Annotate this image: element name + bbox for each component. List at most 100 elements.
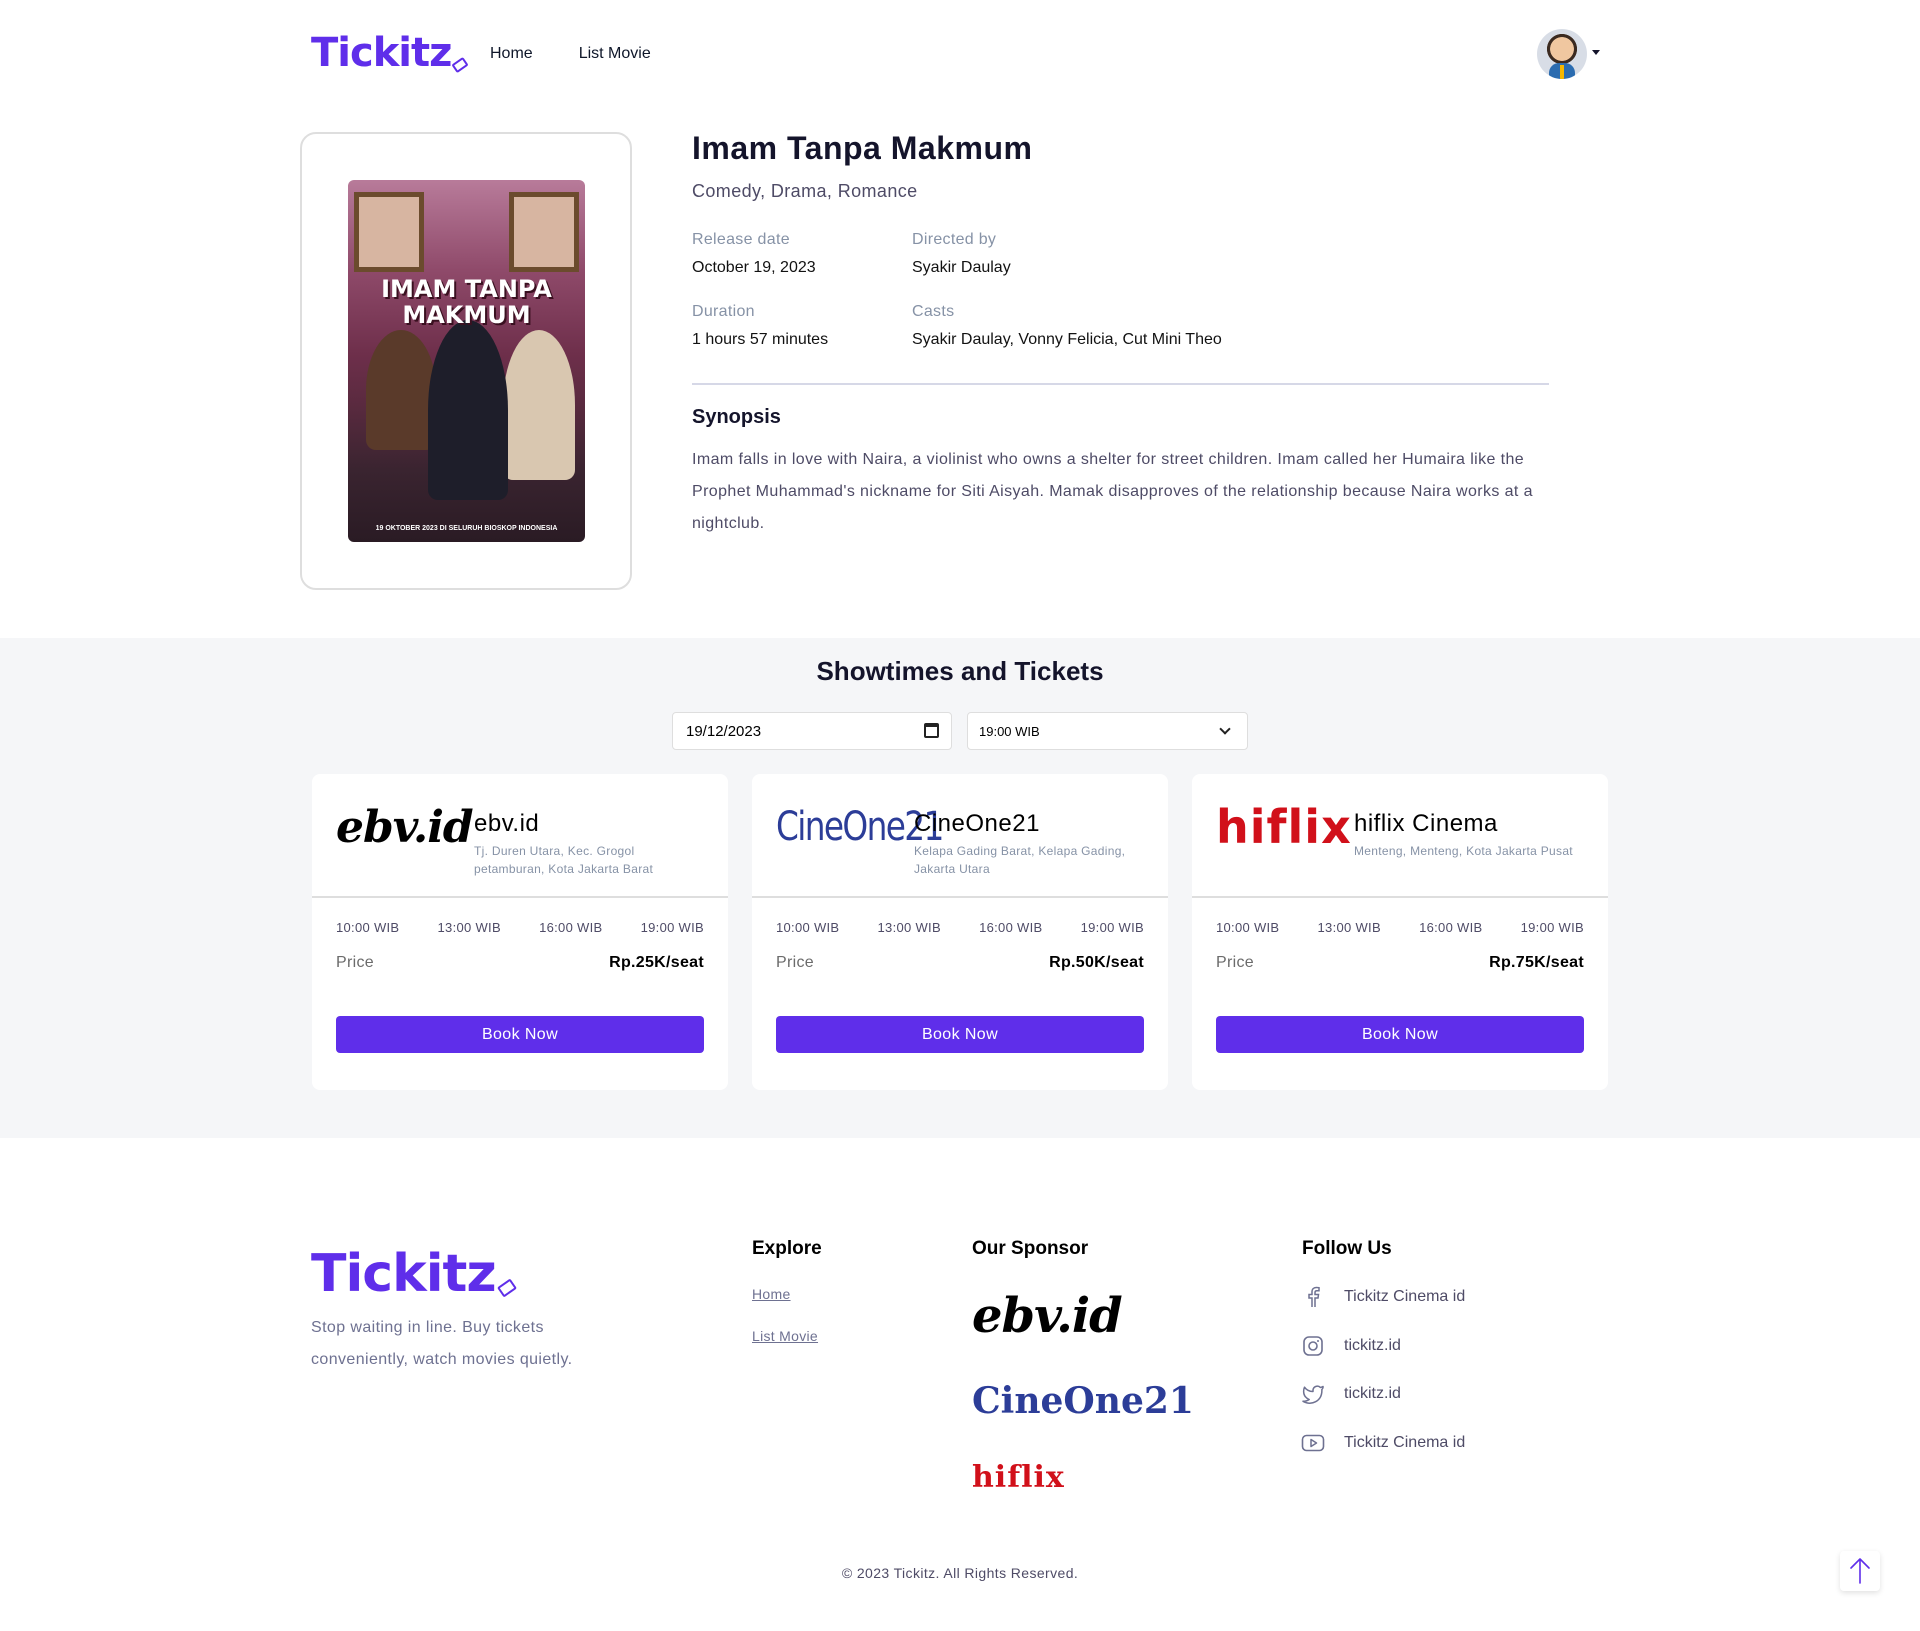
card-divider <box>1192 896 1608 898</box>
showtime-option[interactable]: 16:00 WIB <box>979 920 1042 935</box>
cinema-card-hiflix: hiflix hiflix Cinema Menteng, Menteng, K… <box>1192 774 1608 1090</box>
showtime-option[interactable]: 13:00 WIB <box>1318 920 1381 935</box>
arrow-up-icon <box>1850 1558 1870 1584</box>
poster-figure <box>366 330 436 450</box>
ticket-tag-icon <box>451 56 470 74</box>
ebv-logo-text: ebv.id <box>336 801 474 853</box>
sponsor-ebv[interactable]: ebv.id <box>972 1288 1123 1344</box>
time-select[interactable]: 19:00 WIB <box>967 712 1248 750</box>
price-label: Price <box>1216 954 1254 971</box>
calendar-icon[interactable] <box>924 723 939 738</box>
movie-title: Imam Tanpa Makmum <box>692 130 1033 166</box>
social-label: tickitz.id <box>1344 1385 1401 1402</box>
explore-heading: Explore <box>752 1238 822 1259</box>
hiflix-logo-text: hiflix <box>972 1460 1065 1495</box>
showtime-option[interactable]: 10:00 WIB <box>1216 920 1279 935</box>
price-value: Rp.75K/seat <box>1489 954 1584 971</box>
showtime-option[interactable]: 10:00 WIB <box>776 920 839 935</box>
ebv-logo-text: ebv.id <box>972 1288 1123 1344</box>
caret-down-icon[interactable] <box>1592 50 1600 55</box>
card-divider <box>312 896 728 898</box>
book-now-button[interactable]: Book Now <box>1216 1016 1584 1053</box>
poster-title: IMAM TANPA MAKMUM <box>348 276 585 328</box>
footer-list-movie-link[interactable]: List Movie <box>752 1328 818 1344</box>
cinema-address: Kelapa Gading Barat, Kelapa Gading, Jaka… <box>914 844 1126 876</box>
cinema-logo: ebv.id <box>336 801 474 853</box>
cinema-logo: hiflix <box>1216 800 1352 854</box>
user-avatar[interactable] <box>1537 29 1587 79</box>
footer-tickitz-logo[interactable]: Tickitz <box>311 1244 517 1304</box>
ticket-tag-icon <box>496 1278 517 1298</box>
showtime-list: 10:00 WIB 13:00 WIB 16:00 WIB 19:00 WIB <box>1216 920 1584 935</box>
site-header: Tickitz Home List Movie <box>0 0 1920 110</box>
synopsis-text: Imam falls in love with Naira, a violini… <box>692 451 1533 532</box>
synopsis-heading: Synopsis <box>692 406 781 428</box>
poster-card: IMAM TANPA MAKMUM 19 OKTOBER 2023 DI SEL… <box>300 132 632 590</box>
social-instagram-link[interactable]: tickitz.id <box>1300 1333 1401 1359</box>
social-label: Tickitz Cinema id <box>1344 1434 1466 1451</box>
price-value: Rp.50K/seat <box>1049 954 1144 971</box>
showtime-option[interactable]: 16:00 WIB <box>539 920 602 935</box>
instagram-icon <box>1300 1333 1326 1359</box>
scroll-to-top-button[interactable] <box>1840 1551 1880 1591</box>
poster-figure <box>503 330 575 480</box>
sponsor-cineone21[interactable]: CineOne21 <box>972 1380 1194 1422</box>
director-value: Syakir Daulay <box>912 259 1011 276</box>
poster-frame-left <box>354 192 424 272</box>
hiflix-logo-text: hiflix <box>1216 800 1352 854</box>
youtube-icon <box>1300 1430 1326 1456</box>
showtime-option[interactable]: 13:00 WIB <box>438 920 501 935</box>
showtime-option[interactable]: 10:00 WIB <box>336 920 399 935</box>
card-divider <box>752 896 1168 898</box>
nav-home-link[interactable]: Home <box>490 45 533 63</box>
showtime-list: 10:00 WIB 13:00 WIB 16:00 WIB 19:00 WIB <box>776 920 1144 935</box>
cinema-address: Menteng, Menteng, Kota Jakarta Pusat <box>1354 844 1573 858</box>
cineone21-logo-text: CineOne21 <box>972 1380 1194 1422</box>
duration-value: 1 hours 57 minutes <box>692 331 829 348</box>
logo-text: Tickitz <box>311 30 452 76</box>
price-label: Price <box>776 954 814 971</box>
avatar-tie <box>1560 65 1564 79</box>
director-label: Directed by <box>912 231 997 248</box>
twitter-icon <box>1300 1381 1326 1407</box>
copyright-text: © 2023 Tickitz. All Rights Reserved. <box>841 1565 1079 1581</box>
sponsor-hiflix[interactable]: hiflix <box>972 1460 1065 1495</box>
cinema-card-ebv: ebv.id ebv.id Tj. Duren Utara, Kec. Grog… <box>312 774 728 1090</box>
showtimes-heading: Showtimes and Tickets <box>816 656 1104 686</box>
facebook-icon <box>1300 1284 1326 1310</box>
release-date-label: Release date <box>692 231 790 248</box>
cinema-card-cineone21: CineOne21 CineOne21 Kelapa Gading Barat,… <box>752 774 1168 1090</box>
price-label: Price <box>336 954 374 971</box>
release-date-value: October 19, 2023 <box>692 259 816 276</box>
poster-title-line: IMAM TANPA <box>381 275 552 303</box>
showtime-option[interactable]: 19:00 WIB <box>1081 920 1144 935</box>
showtime-option[interactable]: 16:00 WIB <box>1419 920 1482 935</box>
social-twitter-link[interactable]: tickitz.id <box>1300 1381 1401 1407</box>
social-youtube-link[interactable]: Tickitz Cinema id <box>1300 1430 1465 1456</box>
poster-figure <box>428 320 508 500</box>
social-facebook-link[interactable]: Tickitz Cinema id <box>1300 1284 1465 1310</box>
tickitz-logo[interactable]: Tickitz <box>311 30 470 76</box>
showtime-option[interactable]: 19:00 WIB <box>1521 920 1584 935</box>
footer-home-link[interactable]: Home <box>752 1286 791 1302</box>
footer-tagline: Stop waiting in line. Buy tickets conven… <box>311 1319 573 1368</box>
cinema-name: ebv.id <box>474 810 540 837</box>
date-picker-input[interactable]: 19/12/2023 <box>672 712 952 750</box>
cinema-name: CineOne21 <box>914 810 1040 837</box>
poster-frame-right <box>509 192 579 272</box>
time-select-value: 19:00 WIB <box>979 724 1040 739</box>
social-label: tickitz.id <box>1344 1337 1401 1354</box>
nav-list-movie-link[interactable]: List Movie <box>579 45 651 63</box>
main-nav: Home List Movie <box>490 45 651 63</box>
movie-poster: IMAM TANPA MAKMUM 19 OKTOBER 2023 DI SEL… <box>348 180 585 542</box>
cinema-address: Tj. Duren Utara, Kec. Grogol petamburan,… <box>474 844 654 876</box>
book-now-button[interactable]: Book Now <box>336 1016 704 1053</box>
showtime-option[interactable]: 13:00 WIB <box>878 920 941 935</box>
movie-genres: Comedy, Drama, Romance <box>692 181 918 201</box>
cinema-name: hiflix Cinema <box>1354 810 1498 837</box>
book-now-button[interactable]: Book Now <box>776 1016 1144 1053</box>
showtime-option[interactable]: 19:00 WIB <box>641 920 704 935</box>
sponsor-heading: Our Sponsor <box>972 1238 1089 1259</box>
casts-label: Casts <box>912 303 955 320</box>
follow-heading: Follow Us <box>1302 1238 1392 1259</box>
